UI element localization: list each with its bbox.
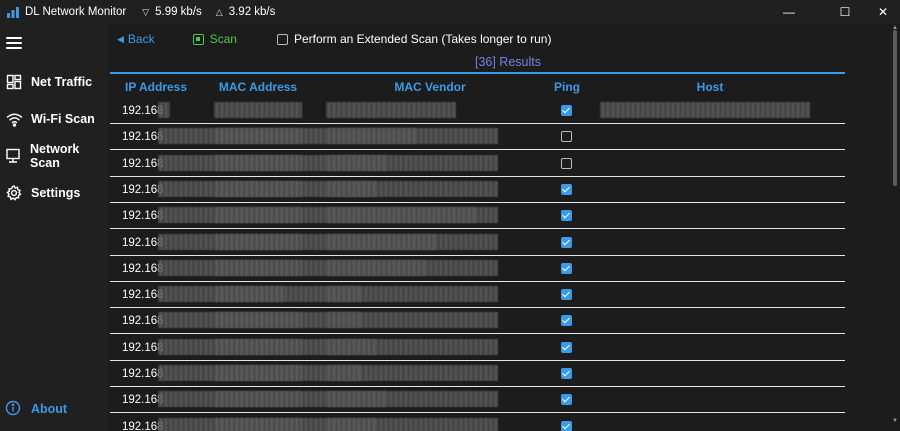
redacted-cell [214,233,302,250]
sidebar-item-wifi-scan[interactable]: Wi-Fi Scan [0,104,108,134]
sidebar-item-about[interactable]: About [0,400,67,418]
table-row[interactable]: 192.168 [110,98,845,124]
ping-checkbox[interactable] [561,315,572,327]
ping-checkbox[interactable] [561,420,572,431]
scan-icon [192,33,204,45]
download-arrow-icon: ▽ [142,6,150,17]
checkbox-box[interactable] [276,33,288,45]
sidebar-item-label: Wi-Fi Scan [31,112,95,126]
wifi-icon [5,110,23,128]
redacted-cell [326,417,376,431]
toolbar: ◀ Back Scan Perform an Extended Scan (Ta… [108,24,900,54]
vertical-scrollbar[interactable] [893,30,897,186]
upload-speed: 3.92 kb/s [228,6,276,18]
window-controls: — ☐ ✕ [772,0,900,24]
redacted-cell [326,207,476,224]
sidebar-item-label: Network Scan [29,142,80,170]
minimize-button[interactable]: — [772,0,806,24]
table-row[interactable]: 192.168 [110,177,845,203]
column-header-ip[interactable]: IP Address [110,80,202,94]
sidebar-item-label: Net Traffic [31,75,93,89]
redacted-cell [214,154,302,171]
column-header-host[interactable]: Host [680,80,740,94]
table-row[interactable]: 192.168 [110,203,845,230]
redacted-cell [326,233,436,250]
redacted-cell [326,180,376,197]
table-row[interactable]: 192.168 [110,335,845,361]
redacted-cell [326,286,361,303]
ping-checkbox[interactable] [561,131,572,143]
redacted-cell [158,102,170,118]
redacted-cell [326,259,426,276]
close-button[interactable]: ✕ [866,0,900,24]
monitor-icon [5,147,22,165]
redacted-cell [326,338,376,355]
table-row[interactable]: 192.168 [110,387,845,414]
redacted-cell [326,154,386,171]
table-row[interactable]: 192.168 [110,230,845,256]
redacted-cell [326,365,361,381]
sidebar-item-label: Settings [31,186,81,200]
redacted-cell [214,180,302,197]
ping-checkbox[interactable] [561,183,572,195]
maximize-button[interactable]: ☐ [828,0,862,24]
ping-checkbox[interactable] [561,157,572,169]
scan-button[interactable]: Scan [192,32,237,46]
redacted-cell [214,417,302,431]
ping-checkbox[interactable] [561,368,572,379]
redacted-cell [214,102,302,118]
download-speed: 5.99 kb/s [155,6,202,18]
sidebar-item-settings[interactable]: Settings [0,178,108,208]
redacted-cell [214,207,302,224]
ping-checkbox[interactable] [561,236,572,248]
ping-checkbox[interactable] [561,341,572,353]
app-logo-icon [7,7,19,18]
redacted-cell [326,391,386,408]
header-divider [110,72,845,74]
hamburger-menu-icon[interactable] [6,37,22,51]
redacted-cell [214,391,302,408]
ping-checkbox[interactable] [561,289,572,301]
table-row[interactable]: 192.168 [110,151,845,177]
redacted-cell [326,312,361,329]
back-button[interactable]: ◀ Back [117,32,155,46]
sidebar: Net Traffic Wi-Fi Scan Network Scan Sett… [0,24,108,431]
sidebar-item-network-scan[interactable]: Network Scan [0,141,108,171]
table-row[interactable]: 192.168 [110,361,845,387]
redacted-cell [600,102,810,118]
back-arrow-icon: ◀ [117,33,124,44]
sidebar-item-net-traffic[interactable]: Net Traffic [0,67,108,97]
column-header-vendor[interactable]: MAC Vendor [370,80,490,94]
table-row[interactable]: 192.168 [110,282,845,309]
table-row[interactable]: 192.168 [110,308,845,335]
info-icon [5,400,23,418]
ping-checkbox[interactable] [561,262,572,274]
extended-scan-checkbox[interactable]: Perform an Extended Scan (Takes longer t… [276,32,551,46]
redacted-cell [214,128,302,145]
redacted-cell [326,128,416,145]
ping-checkbox[interactable] [561,210,572,222]
app-title: DL Network Monitor [25,6,127,18]
table-row[interactable]: 192.168 [110,256,845,282]
scroll-down-icon[interactable]: ▼ [892,418,898,424]
column-header-mac[interactable]: MAC Address [212,80,304,94]
dashboard-icon [5,73,23,91]
redacted-cell [214,312,302,329]
redacted-cell [214,338,302,355]
redacted-cell [214,286,284,303]
about-label: About [31,402,68,416]
redacted-cell [326,102,456,118]
title-bar: DL Network Monitor ▽ 5.99 kb/s △ 3.92 kb… [0,0,900,24]
upload-arrow-icon: △ [215,6,223,17]
column-header-ping[interactable]: Ping [545,80,589,94]
table-row[interactable]: 192.168 [110,124,845,151]
ping-checkbox[interactable] [561,105,572,116]
gear-icon [5,184,23,202]
redacted-cell [214,365,302,381]
table-row[interactable]: 192.168 [110,414,845,431]
ping-checkbox[interactable] [561,394,572,406]
redacted-cell [214,259,302,276]
